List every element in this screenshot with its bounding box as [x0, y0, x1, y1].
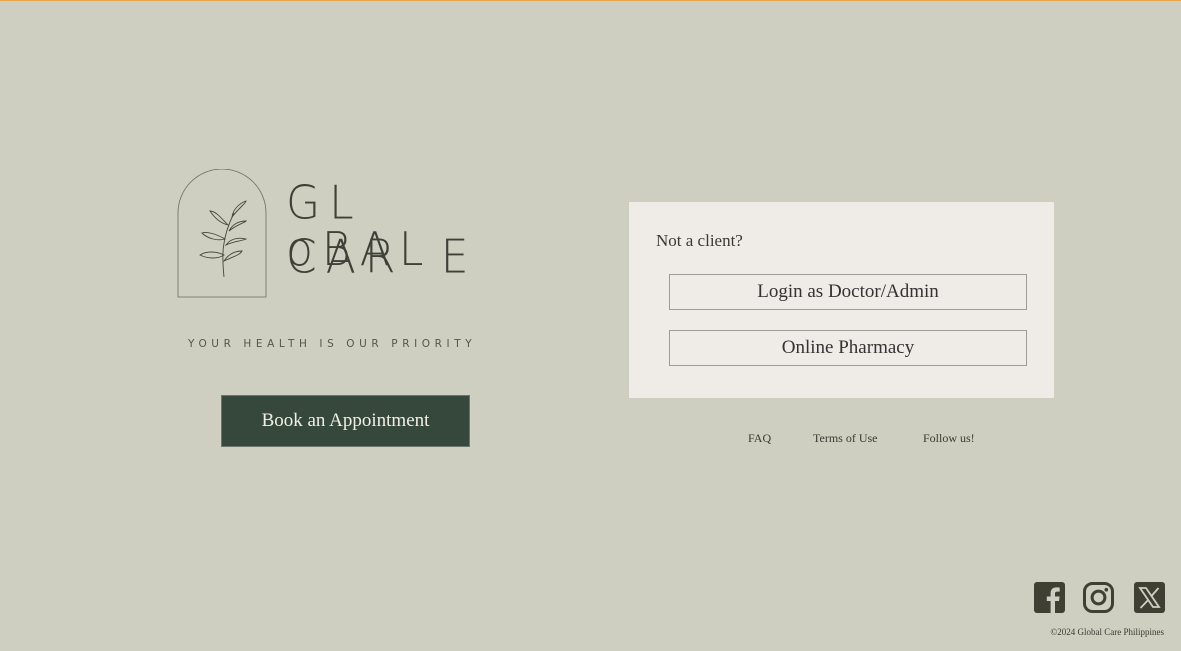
x-icon[interactable]	[1134, 582, 1165, 613]
logo: GL oBAL CAR E	[176, 169, 516, 301]
copyright-text: ©2024 Global Care Philippines	[1050, 627, 1164, 637]
book-appointment-button[interactable]: Book an Appointment	[221, 395, 470, 447]
brand-name-line2: CAR E	[286, 230, 478, 285]
instagram-icon[interactable]	[1083, 582, 1114, 613]
login-card: Not a client? Login as Doctor/Admin Onli…	[629, 202, 1054, 398]
online-pharmacy-button[interactable]: Online Pharmacy	[669, 330, 1027, 366]
login-doctor-admin-button[interactable]: Login as Doctor/Admin	[669, 274, 1027, 310]
facebook-icon[interactable]	[1034, 582, 1065, 613]
faq-link[interactable]: FAQ	[748, 431, 771, 446]
follow-us-label: Follow us!	[923, 431, 975, 445]
terms-of-use-link[interactable]: Terms of Use	[813, 431, 877, 446]
not-client-prompt: Not a client?	[656, 231, 743, 250]
tagline: YOUR HEALTH IS OUR PRIORITY	[188, 338, 477, 350]
leaf-arch-icon	[177, 169, 267, 298]
